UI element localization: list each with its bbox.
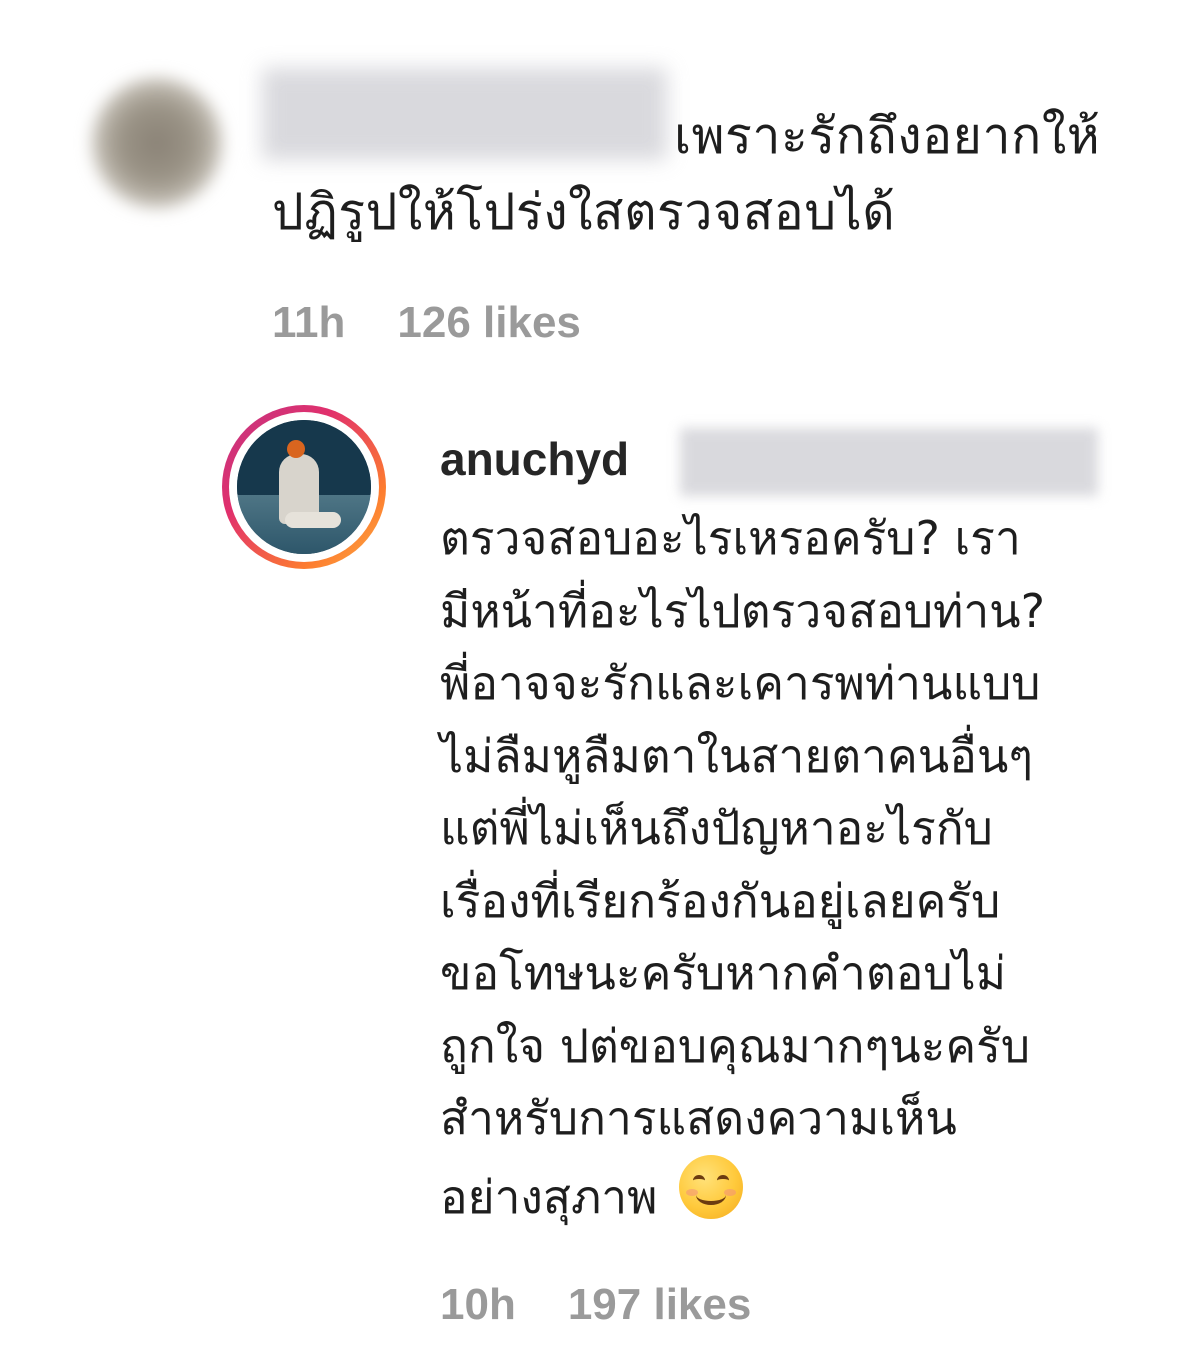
avatar-photo-head bbox=[287, 440, 305, 458]
reply-text-line-last: อย่างสุภาพ bbox=[440, 1154, 1180, 1234]
avatar-blurred[interactable] bbox=[92, 78, 222, 208]
avatar-story-ring[interactable] bbox=[222, 405, 386, 569]
reply-text-line: สำหรับการแสดงความเห็น bbox=[440, 1091, 957, 1145]
comment-text-line: ปฏิรูปให้โปร่งใสตรวจสอบได้ bbox=[272, 183, 896, 241]
reply-timestamp: 10h bbox=[440, 1280, 516, 1329]
mention-redacted bbox=[680, 428, 1098, 496]
avatar-ring-gap bbox=[229, 412, 379, 562]
comment-likes-link[interactable]: 126 likes bbox=[397, 298, 581, 347]
reply-meta: 10h 197 likes bbox=[440, 1280, 803, 1330]
emoji-eye bbox=[693, 1174, 706, 1186]
comment-text-line: เพราะรักถึงอยากให้ bbox=[674, 107, 1101, 165]
reply-likes-link[interactable]: 197 likes bbox=[568, 1280, 752, 1329]
reply-text-line: เรื่องที่เรียกร้องกันอยู่เลยครับ bbox=[440, 873, 1001, 928]
smiling-face-emoji-icon bbox=[679, 1154, 744, 1219]
reply-text: ตรวจสอบอะไรเหรอครับ? เรา มีหน้าที่อะไรไป… bbox=[440, 502, 1180, 1233]
reply-text-line: มีหน้าที่อะไรไปตรวจสอบท่าน? bbox=[440, 583, 1046, 638]
reply-text-line: แต่พี่ไม่เห็นถึงปัญหาอะไรกับ bbox=[440, 801, 993, 855]
avatar-photo-lap bbox=[285, 512, 341, 528]
comment-meta: 11h 126 likes bbox=[272, 298, 633, 348]
emoji-mouth bbox=[696, 1185, 727, 1205]
reply-text-line: ถูกใจ ปต่ขอบคุณมากๆนะครับ bbox=[440, 1018, 1031, 1073]
emoji-cheek bbox=[724, 1188, 737, 1196]
reply-text-line: ตรวจสอบอะไรเหรอครับ? เรา bbox=[440, 511, 1021, 565]
comment-item: เพราะรักถึงอยากให้ ปฏิรูปให้โปร่งใสตรวจส… bbox=[0, 0, 1200, 380]
comment-timestamp: 11h bbox=[272, 298, 346, 347]
reply-text-line: ขอโทษนะครับหากคำตอบไม่ bbox=[440, 946, 1007, 1000]
reply-text-line: พี่อาจจะรักและเคารพท่านแบบ bbox=[440, 656, 1041, 710]
comment-text: เพราะรักถึงอยากให้ ปฏิรูปให้โปร่งใสตรวจส… bbox=[272, 98, 1182, 250]
emoji-eye bbox=[717, 1174, 730, 1186]
reply-text-line: ไม่ลืมหูลืมตาในสายตาคนอื่นๆ bbox=[440, 728, 1033, 783]
reply-username[interactable]: anuchyd bbox=[440, 432, 629, 486]
avatar bbox=[237, 420, 371, 554]
reply-text-line: อย่างสุภาพ bbox=[440, 1169, 658, 1224]
